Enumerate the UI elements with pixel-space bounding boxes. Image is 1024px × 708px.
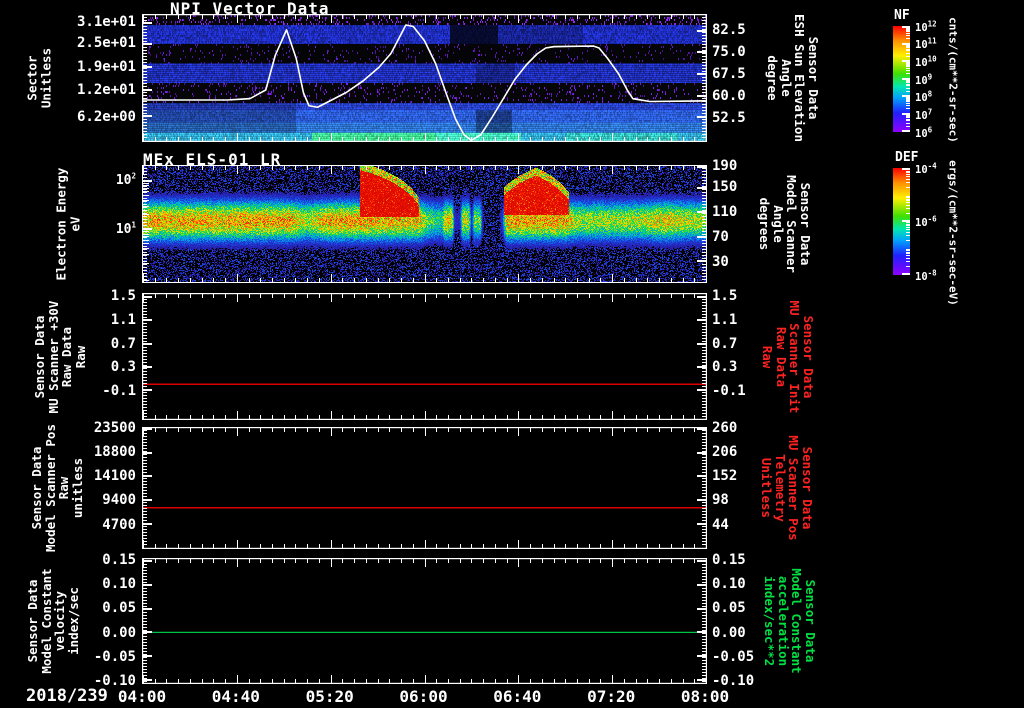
- colorbar-ticks: [902, 26, 910, 132]
- axis-label-left: Electron Energy eV: [53, 167, 83, 281]
- panel-title-npi-vector-data: NPI Vector Data: [170, 0, 330, 18]
- time-tick-label: 06:40: [493, 687, 542, 706]
- colorbar-unit: cnts/(cm**2-sr-sec): [946, 17, 960, 143]
- axis-label-right: Sensor Data Model Scanner Angle degrees: [757, 175, 814, 273]
- colorbar-tick-label: 1012: [915, 18, 937, 34]
- panel-canvas-mex-els-01-lr: [142, 165, 707, 283]
- panel-canvas-mu-scanner-30v: [142, 293, 707, 420]
- colorbar-unit: ergs/(cm**2-sr-sec-eV): [946, 160, 960, 306]
- axis-label-left: Sector Unitless: [24, 47, 54, 109]
- plot-screen: 2018/239 NPI Vector Data 3.1e+01 2.5e+01 1.…: [0, 0, 1024, 708]
- colorbar-title: NF: [894, 8, 910, 23]
- panel-canvas-npi-vector-data: [142, 14, 707, 142]
- colorbar-tick-label: 10-6: [915, 214, 937, 229]
- axis-label-left: Sensor Data MU Scanner +30V Raw Data Raw: [32, 300, 88, 413]
- colorbar-tick-label: 109: [915, 71, 933, 87]
- axis-label-right: Sensor Data Model Constant acceleration …: [762, 568, 819, 674]
- colorbar-tick-label: 10-8: [915, 267, 937, 283]
- colorbar-tick-label: 108: [915, 89, 933, 104]
- axis-label-right: Sensor Data MU Scanner Pos Telemetry Uni…: [759, 435, 816, 541]
- axis-label-right: Sensor Data MU Scanner Init Raw Data Raw: [760, 300, 817, 413]
- panel-title-mex-els-01-lr: MEx ELS-01 LR: [143, 150, 282, 169]
- colorbar-tick-label: 1010: [915, 54, 937, 69]
- axis-label-left: Sensor Data Model Scanner Pos Raw unitle…: [29, 424, 85, 552]
- axis-tick-label: 190: [712, 158, 738, 175]
- panel-canvas-model-scanner-pos: [142, 427, 707, 549]
- time-tick-label: 06:00: [399, 687, 448, 706]
- axis-tick-label: 1.9e+01: [76, 58, 136, 75]
- colorbar-tick-label: 106: [915, 124, 933, 140]
- colorbar-tick-label: 10-4: [915, 160, 937, 176]
- time-tick-label: 08:00: [680, 687, 730, 706]
- colorbar-ticks: [902, 168, 910, 275]
- axis-tick-label: 2.5e+01: [76, 35, 136, 52]
- axis-label-left: Sensor Data Model Constant velocity inde…: [25, 568, 81, 674]
- axis-label-right: Sensor Data ESH Sun Elevation Angle degr…: [765, 14, 822, 142]
- axis-tick-label: 0.15: [102, 552, 136, 569]
- colorbar-tick-label: 107: [915, 107, 933, 122]
- time-tick-label: 04:00: [117, 687, 167, 706]
- date-label: 2018/239: [26, 686, 108, 706]
- axis-tick-label: 6.2e+00: [76, 108, 136, 125]
- time-tick-label: 04:40: [211, 687, 260, 706]
- axis-tick-label: 1.2e+01: [76, 82, 136, 99]
- axis-tick-label: 260: [712, 420, 738, 437]
- time-tick-label: 07:20: [587, 687, 636, 706]
- time-tick-label: 05:20: [305, 687, 354, 706]
- axis-tick-label: 0.15: [712, 552, 746, 569]
- panel-canvas-model-constant: [142, 558, 707, 684]
- axis-tick-label: 3.1e+01: [76, 14, 136, 31]
- colorbar-tick-label: 1011: [915, 36, 937, 51]
